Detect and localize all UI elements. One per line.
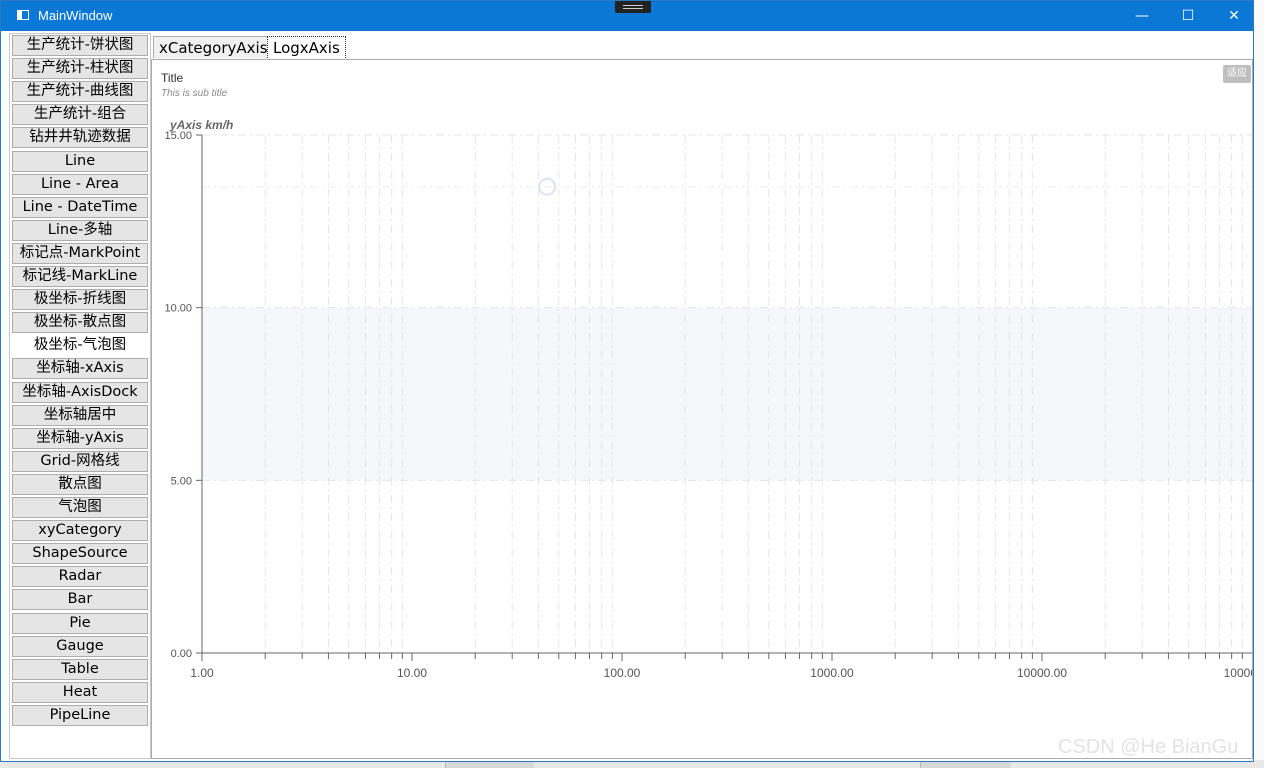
chart-panel: 0.00 5.00 10.00 15.00 1.00 10.00 100.00 1000.00… xyxy=(151,59,1253,759)
minimize-button[interactable]: — xyxy=(1119,1,1165,31)
chart-x-tick-label: 10.00 xyxy=(397,666,427,680)
sidebar-item-12[interactable]: 极坐标-散点图 xyxy=(12,312,148,334)
sidebar-item-26[interactable]: Gauge xyxy=(12,635,148,657)
sidebar-item-14[interactable]: 坐标轴-xAxis xyxy=(12,358,148,380)
sidebar-item-0[interactable]: 生产统计-饼状图 xyxy=(12,35,148,56)
sidebar-nav: 生产统计-饼状图 生产统计-柱状图 生产统计-曲线图 生产统计-组合 钻井井轨迹数据 Li… xyxy=(9,33,151,759)
tab-xcategoryaxis[interactable]: xCategoryAxis xyxy=(153,36,274,58)
background-right-strip xyxy=(1254,0,1264,768)
chart-x-tick-label: 10000.00 xyxy=(1017,666,1067,680)
sidebar-item-9[interactable]: 标记点-MarkPoint xyxy=(12,242,148,264)
chart-x-tick-label: 1000.00 xyxy=(810,666,854,680)
sidebar-item-11[interactable]: 极坐标-折线图 xyxy=(12,289,148,311)
sidebar-item-8[interactable]: Line-多轴 xyxy=(12,219,148,241)
sidebar-item-2[interactable]: 生产统计-曲线图 xyxy=(12,81,148,103)
chart-title: Title xyxy=(161,71,184,85)
chart-y-tick-label: 10.00 xyxy=(164,303,192,315)
sidebar-item-6[interactable]: Line - Area xyxy=(12,173,148,195)
sidebar-item-27[interactable]: Table xyxy=(12,658,148,680)
tab-control: xCategoryAxis LogxAxis 0.00 5.00 10.00 15.0… xyxy=(151,33,1253,759)
fit-button[interactable]: 适应 xyxy=(1223,65,1251,83)
sidebar-item-25[interactable]: Pie xyxy=(12,612,148,634)
sidebar-item-21[interactable]: xyCategory xyxy=(12,520,148,542)
window-icon xyxy=(17,10,29,20)
sidebar-item-16[interactable]: 坐标轴居中 xyxy=(12,404,148,426)
sidebar-item-29[interactable]: PipeLine xyxy=(12,704,148,726)
chart-band xyxy=(202,307,1252,481)
chart-subtitle: This is sub title xyxy=(161,88,228,99)
sidebar-item-4[interactable]: 钻井井轨迹数据 xyxy=(12,127,148,149)
chart-x-tick-label: 100000.00 xyxy=(1224,666,1252,680)
chart-y-tick-label: 5.00 xyxy=(171,475,192,487)
watermark: CSDN @He BianGu xyxy=(1058,736,1239,758)
chart-y-tick-label: 0.00 xyxy=(171,648,192,660)
sidebar-item-22[interactable]: ShapeSource xyxy=(12,543,148,565)
window-title: MainWindow xyxy=(38,8,113,23)
tab-logxaxis[interactable]: LogxAxis xyxy=(267,36,346,60)
sidebar-item-3[interactable]: 生产统计-组合 xyxy=(12,104,148,126)
sidebar-item-10[interactable]: 标记线-MarkLine xyxy=(12,266,148,287)
title-bar[interactable]: MainWindow — ☐ ✕ xyxy=(1,1,1253,31)
sidebar-item-19[interactable]: 散点图 xyxy=(12,473,148,495)
chart-x-tick-label: 100.00 xyxy=(604,666,641,680)
sidebar-item-23[interactable]: Radar xyxy=(12,566,148,588)
sidebar-item-1[interactable]: 生产统计-柱状图 xyxy=(12,58,148,80)
main-window: MainWindow — ☐ ✕ 生产统计-饼状图 生产统计-柱状图 生产统计-曲线… xyxy=(0,0,1254,762)
sidebar-item-24[interactable]: Bar xyxy=(12,589,148,611)
sidebar-item-17[interactable]: 坐标轴-yAxis xyxy=(12,427,148,449)
sidebar-item-15[interactable]: 坐标轴-AxisDock xyxy=(12,381,148,403)
chart-x-tick-label: 1.00 xyxy=(190,666,214,680)
sidebar-item-28[interactable]: Heat xyxy=(12,681,148,703)
sidebar-item-5[interactable]: Line xyxy=(12,150,148,172)
sidebar-item-20[interactable]: 气泡图 xyxy=(12,497,148,518)
log-axis-chart: 0.005.0010.0015.001.00 10.00 100.00 1000.00… xyxy=(164,118,1252,680)
snap-grip-icon[interactable] xyxy=(615,1,651,13)
sidebar-item-7[interactable]: Line - DateTime xyxy=(12,196,148,218)
close-button[interactable]: ✕ xyxy=(1211,1,1257,31)
sidebar-item-13[interactable]: 极坐标-气泡图 xyxy=(12,335,148,357)
sidebar-item-18[interactable]: Grid-网格线 xyxy=(12,450,148,472)
chart-y-axis-title: yAxis km/h xyxy=(169,118,233,132)
maximize-button[interactable]: ☐ xyxy=(1165,1,1211,31)
